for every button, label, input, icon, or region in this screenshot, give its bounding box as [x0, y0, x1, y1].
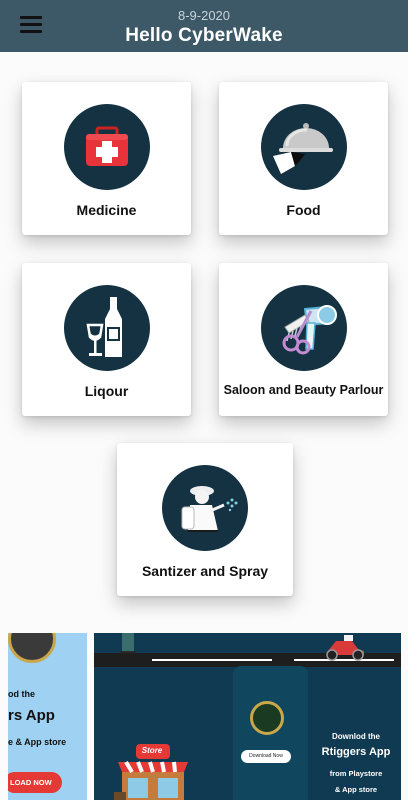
wine-bottle-glass-icon [63, 285, 150, 371]
phone-mockup: Download Now [233, 666, 308, 800]
banner-text: from Playstore [329, 769, 383, 778]
app-logo-icon [8, 633, 56, 663]
sanitizer-sprayer-icon [162, 465, 248, 551]
category-card-medicine[interactable]: Medicine [22, 82, 191, 235]
category-label: Medicine [76, 202, 137, 218]
promo-banner-right[interactable]: Store Download Now Downlod the Rtiggers … [94, 633, 401, 800]
category-label: Saloon and Beauty Parlour [223, 383, 384, 397]
banner-text: Downlod the [332, 732, 380, 741]
app-bar: 8-9-2020 Hello CyberWake [0, 0, 408, 52]
first-aid-kit-icon [63, 104, 150, 190]
banner-text: Rtiggers App [321, 746, 391, 758]
delivery-scooter-icon [326, 635, 364, 661]
promo-banner-left[interactable]: od the rs App e & App store LOAD NOW [8, 633, 87, 800]
store-sign-text: Store [141, 746, 163, 755]
banner-text: & App store [334, 785, 378, 794]
app-seal-icon [250, 701, 284, 735]
category-label: Food [286, 202, 321, 218]
current-date: 8-9-2020 [177, 8, 231, 23]
banner-text: e & App store [8, 737, 67, 747]
category-card-sanitizer-spray[interactable]: Santizer and Spray [117, 443, 293, 596]
category-card-food[interactable]: Food [219, 82, 388, 235]
greeting-title: Hello CyberWake [125, 25, 283, 46]
download-now-button[interactable]: LOAD NOW [8, 772, 62, 793]
category-grid: Medicine Food Liqour Saloon and Beauty P… [0, 52, 408, 800]
category-card-liqour[interactable]: Liqour [22, 263, 191, 416]
food-cloche-icon [260, 104, 347, 190]
banner-text: od the [8, 689, 35, 699]
banner-text: rs App [8, 707, 55, 724]
category-label: Santizer and Spray [141, 563, 269, 579]
hair-dryer-comb-icon [260, 285, 347, 371]
category-label: Liqour [84, 383, 129, 399]
category-card-saloon-beauty-parlour[interactable]: Saloon and Beauty Parlour [219, 263, 388, 416]
download-now-button[interactable]: Download Now [241, 750, 291, 763]
